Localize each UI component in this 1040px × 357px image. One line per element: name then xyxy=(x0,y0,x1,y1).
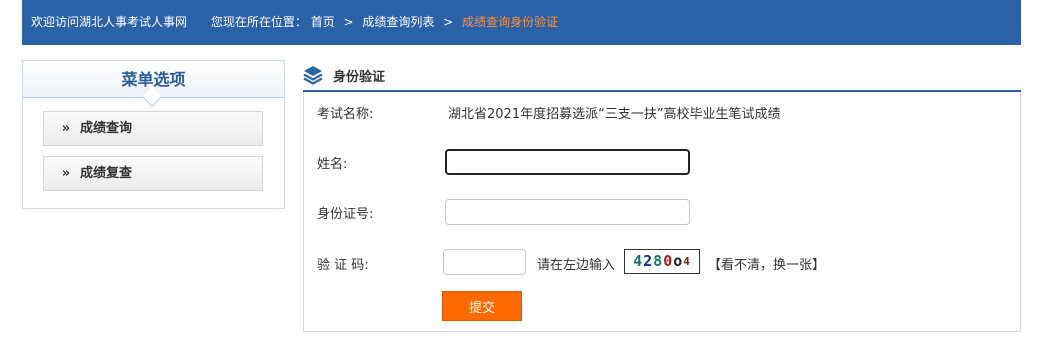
top-header-bar: 欢迎访问湖北人事考试人事网 您现在所在位置： 首页 > 成绩查询列表 > 成绩查… xyxy=(22,0,1021,45)
id-number-input[interactable] xyxy=(445,199,690,225)
name-label: 姓名: xyxy=(317,157,348,172)
breadcrumb-separator: > xyxy=(443,15,454,29)
exam-name-label: 考试名称: xyxy=(317,107,374,122)
double-chevron-right-icon: » xyxy=(61,166,71,181)
breadcrumb-separator: > xyxy=(343,15,354,29)
name-input[interactable] xyxy=(445,149,690,175)
id-number-label: 身份证号: xyxy=(317,207,374,222)
captcha-char: 8 xyxy=(653,252,664,270)
sidebar-item-score-review[interactable]: » 成绩复查 xyxy=(43,156,263,191)
sidebar-menu: 菜单选项 » 成绩查询 » 成绩复查 xyxy=(22,60,285,209)
breadcrumb-current: 成绩查询身份验证 xyxy=(462,15,559,29)
verification-form: 考试名称: 湖北省2021年度招募选派“三支一扶”高校毕业生笔试成绩 姓名: 身… xyxy=(303,92,1021,332)
captcha-char: 0 xyxy=(663,252,674,270)
panel-title: 身份验证 xyxy=(333,70,386,85)
breadcrumb-home-link[interactable]: 首页 xyxy=(311,15,335,29)
captcha-label: 验 证 码: xyxy=(317,258,369,273)
sidebar-item-label: 成绩查询 xyxy=(80,121,133,136)
captcha-char: o xyxy=(673,252,684,270)
welcome-text: 欢迎访问湖北人事考试人事网 xyxy=(31,15,188,29)
captcha-image[interactable]: 4280o4 xyxy=(624,249,700,274)
submit-button[interactable]: 提交 xyxy=(442,291,522,321)
panel-header: 身份验证 xyxy=(303,62,1021,92)
refresh-captcha-link[interactable]: 【看不清，换一张】 xyxy=(708,254,825,273)
sidebar-item-label: 成绩复查 xyxy=(80,166,133,181)
captcha-char: 2 xyxy=(643,252,654,270)
layers-icon xyxy=(303,66,323,85)
captcha-char: 4 xyxy=(683,255,691,268)
sidebar-item-score-query[interactable]: » 成绩查询 xyxy=(43,111,263,146)
captcha-hint: 请在左边输入 xyxy=(537,258,616,273)
location-label: 您现在所在位置： xyxy=(210,15,307,29)
breadcrumb-score-list-link[interactable]: 成绩查询列表 xyxy=(362,15,434,29)
double-chevron-right-icon: » xyxy=(61,121,71,136)
captcha-input[interactable] xyxy=(443,249,526,275)
exam-name-value: 湖北省2021年度招募选派“三支一扶”高校毕业生笔试成绩 xyxy=(448,107,781,122)
captcha-char: 4 xyxy=(633,252,644,270)
